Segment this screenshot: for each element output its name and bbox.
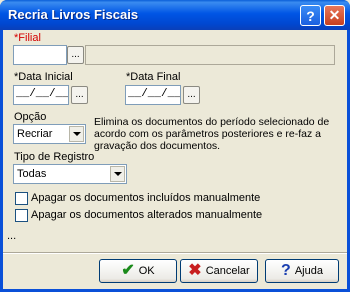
chevron-down-icon[interactable] <box>69 126 84 142</box>
ok-button[interactable]: ✔ OK <box>99 259 177 283</box>
tipo-registro-selected-value: Todas <box>17 168 47 180</box>
apagar-incluidos-label[interactable]: Apagar os documentos incluídos manualmen… <box>31 192 260 204</box>
question-icon: ? <box>281 262 291 279</box>
filial-input[interactable] <box>13 45 67 65</box>
help-button-label: Ajuda <box>294 265 323 277</box>
cancel-button[interactable]: ✖ Cancelar <box>180 259 258 283</box>
help-button[interactable]: ? Ajuda <box>265 259 339 283</box>
apagar-alterados-label[interactable]: Apagar os documentos alterados manualmen… <box>31 209 262 221</box>
question-icon: ? <box>306 7 315 24</box>
ok-button-label: OK <box>138 265 155 277</box>
cancel-button-label: Cancelar <box>205 265 250 277</box>
x-icon: ✖ <box>188 262 202 279</box>
chevron-down-icon[interactable] <box>110 166 125 182</box>
dialog-body: *Filial ... *Data Inicial __/__/__ ... *… <box>3 30 347 289</box>
data-final-label: *Data Final <box>126 71 181 83</box>
dialog-window: Recria Livros Fiscais ? ✕ *Filial ... *D… <box>0 0 350 292</box>
filial-description-field <box>85 45 335 65</box>
apagar-incluidos-checkbox[interactable] <box>15 192 28 205</box>
check-icon: ✔ <box>121 262 135 279</box>
title-close-button[interactable]: ✕ <box>324 5 345 26</box>
data-inicial-label: *Data Inicial <box>14 71 73 83</box>
apagar-alterados-checkbox[interactable] <box>15 209 28 222</box>
data-final-input[interactable]: __/__/__ <box>125 85 181 105</box>
data-inicial-input[interactable]: __/__/__ <box>13 85 69 105</box>
filial-label: *Filial <box>14 32 41 44</box>
opcao-description: Elimina os documentos do período selecio… <box>94 116 330 152</box>
tipo-registro-select[interactable]: Todas <box>13 164 127 184</box>
data-final-calendar-button[interactable]: ... <box>183 86 200 104</box>
opcao-selected-value: Recriar <box>17 128 53 140</box>
close-icon: ✕ <box>328 7 341 23</box>
title-bar[interactable]: Recria Livros Fiscais ? ✕ <box>0 0 350 30</box>
filial-lookup-button[interactable]: ... <box>67 46 84 64</box>
title-help-button[interactable]: ? <box>300 5 321 26</box>
data-inicial-calendar-button[interactable]: ... <box>71 86 88 104</box>
opcao-select[interactable]: Recriar <box>13 124 86 144</box>
tipo-registro-label: Tipo de Registro <box>14 151 95 163</box>
window-title: Recria Livros Fiscais <box>8 7 139 22</box>
footer-divider <box>3 252 347 254</box>
opcao-label: Opção <box>14 111 47 123</box>
status-text: ... <box>7 230 17 242</box>
